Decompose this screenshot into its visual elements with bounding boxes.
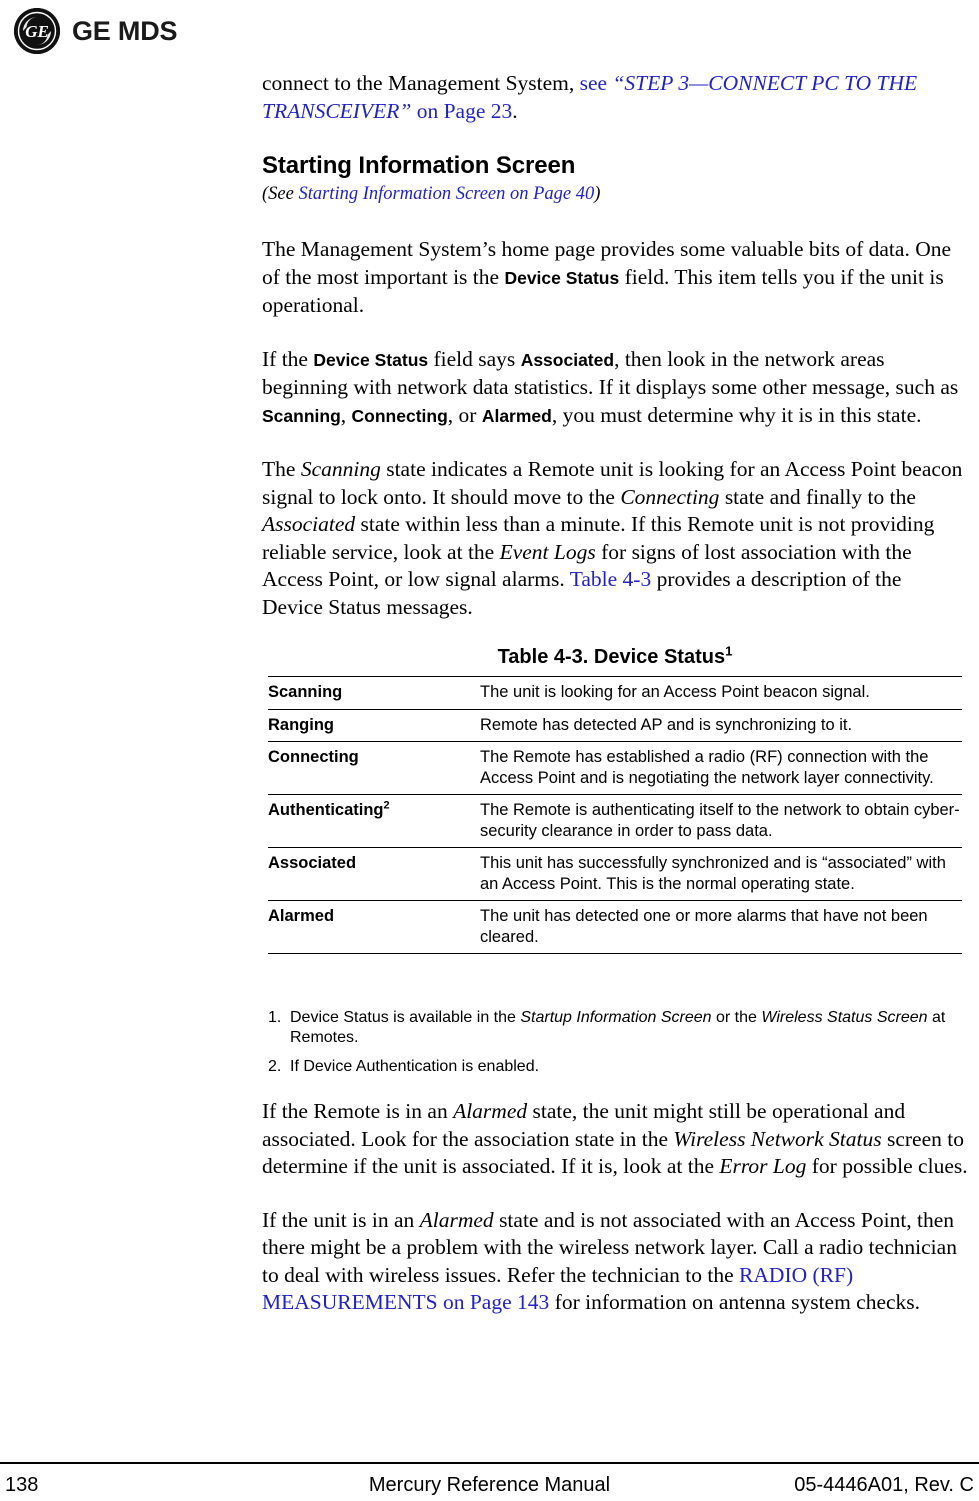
table-body: Scanning The unit is looking for an Acce…	[268, 676, 962, 954]
state-label: Alarmed	[268, 907, 335, 925]
xref-starting-info-screen[interactable]: Starting Information Screen on Page 40	[298, 184, 594, 204]
table-caption-footnote-marker: 1	[725, 643, 733, 659]
emphasis-wireless-network-status: Wireless Network Status	[673, 1126, 882, 1151]
table-cell-description: The Remote is authenticating itself to t…	[480, 794, 962, 848]
p2-text-f: , you must determine why it is in this s…	[551, 402, 922, 427]
table-cell-state: Alarmed	[268, 900, 480, 954]
table-caption-text: Table 4-3. Device Status	[497, 646, 726, 668]
emphasis-associated: Associated	[262, 512, 356, 536]
emphasis-connecting: Connecting	[620, 484, 720, 509]
footnote-emphasis-wireless-status-screen: Wireless Status Screen	[761, 1009, 928, 1026]
intro-period: .	[512, 98, 518, 123]
table-cell-state: Connecting	[268, 741, 480, 795]
ge-monogram-icon: GE	[14, 8, 60, 54]
table-caption: Table 4-3. Device Status1	[268, 643, 962, 669]
footnote-emphasis-startup-information-screen: Startup Information Screen	[520, 1009, 712, 1026]
table-row: Associated This unit has successfully sy…	[268, 847, 962, 901]
table-cell-description: The Remote has established a radio (RF) …	[480, 741, 962, 795]
section-heading: Starting Information Screen	[262, 152, 576, 179]
table-row: Scanning The unit is looking for an Acce…	[268, 676, 962, 709]
footer-divider	[0, 1462, 979, 1465]
ui-term-associated: Associated	[520, 349, 615, 370]
emphasis-event-logs: Event Logs	[499, 539, 596, 564]
table-footnotes: 1. Device Status is available in the Star…	[268, 1008, 968, 1086]
state-label: Associated	[268, 854, 357, 872]
table-cell-description: The unit has detected one or more alarms…	[480, 900, 962, 954]
p4-text-d: for possible clues.	[806, 1154, 968, 1178]
table-row: Authenticating2 The Remote is authentica…	[268, 794, 962, 848]
state-label: Authenticating	[268, 801, 384, 819]
footnote-1: 1. Device Status is available in the Star…	[268, 1008, 968, 1048]
ui-term-device-status: Device Status	[313, 349, 429, 370]
footnote-number: 1.	[268, 1009, 282, 1026]
p3-text-c: state and finally to the	[719, 484, 916, 509]
page-footer: 138 Mercury Reference Manual 05-4446A01,…	[0, 1470, 979, 1501]
subref-close-paren: )	[594, 184, 601, 204]
table-cell-description: The unit is looking for an Access Point …	[480, 676, 962, 709]
subref-open-paren: (See	[262, 184, 299, 204]
lower-text-column: If the Remote is in an Alarmed state, th…	[262, 1098, 972, 1343]
footer-document-number: 05-4446A01, Rev. C	[794, 1474, 974, 1496]
ui-term-scanning: Scanning	[262, 405, 341, 426]
ui-term-connecting: Connecting	[351, 405, 448, 426]
table-cell-state: Scanning	[268, 676, 480, 709]
table-cell-description: Remote has detected AP and is synchroniz…	[480, 708, 962, 742]
table-cell-state: Associated	[268, 847, 480, 901]
footnote-number: 2.	[268, 1058, 282, 1075]
ui-term-alarmed: Alarmed	[481, 405, 552, 426]
brand-logo: GE GE MDS	[14, 8, 178, 54]
p5-text-c: for information on antenna system checks…	[549, 1290, 921, 1314]
svg-text:GE: GE	[25, 22, 49, 41]
device-status-table-block: Table 4-3. Device Status1 Scanning The u…	[268, 643, 962, 954]
paragraph-5: If the unit is in an Alarmed state and i…	[262, 1207, 972, 1317]
table-row: Ranging Remote has detected AP and is sy…	[268, 708, 962, 742]
table-cell-state: Ranging	[268, 708, 480, 742]
footnote-text-a: If Device Authentication is enabled.	[290, 1058, 540, 1075]
emphasis-alarmed: Alarmed	[419, 1207, 494, 1232]
state-label: Ranging	[268, 715, 334, 734]
p2-text-a: If the	[262, 346, 314, 371]
paragraph-2: If the Device Status field says Associat…	[262, 346, 966, 431]
table-row: Connecting The Remote has established a …	[268, 741, 962, 795]
footnote-text-b: or the	[711, 1009, 762, 1026]
p2-text-b: field says	[428, 346, 521, 371]
xref-step3-lead[interactable]: see	[580, 71, 613, 95]
table-row: Alarmed The unit has detected one or mor…	[268, 900, 962, 954]
intro-paragraph: connect to the Management System, see “S…	[262, 70, 966, 125]
state-label: Connecting	[268, 748, 359, 766]
p2-text-e: , or	[447, 402, 482, 427]
p2-text-d: ,	[340, 402, 352, 427]
paragraph-4: If the Remote is in an Alarmed state, th…	[262, 1098, 972, 1181]
footnote-text-a: Device Status is available in the	[290, 1009, 521, 1026]
intro-text-lead: connect to the Management System,	[262, 71, 580, 95]
emphasis-alarmed: Alarmed	[453, 1099, 528, 1123]
footnote-2: 2. If Device Authentication is enabled.	[268, 1057, 968, 1077]
section-subreference: (See Starting Information Screen on Page…	[262, 183, 966, 206]
state-label: Scanning	[268, 683, 343, 701]
state-footnote-marker: 2	[383, 799, 390, 812]
emphasis-scanning: Scanning	[300, 457, 381, 481]
p4-text-a: If the Remote is in an	[262, 1099, 454, 1123]
p3-text-a: The	[262, 457, 301, 481]
table-cell-description: This unit has successfully synchronized …	[480, 847, 962, 901]
ui-term-device-status: Device Status	[504, 267, 620, 288]
paragraph-1: The Management System’s home page provid…	[262, 236, 966, 320]
upper-text-column: connect to the Management System, see “S…	[262, 70, 966, 647]
emphasis-error-log: Error Log	[719, 1154, 807, 1178]
table-cell-state: Authenticating2	[268, 794, 480, 848]
p5-text-a: If the unit is in an	[262, 1207, 420, 1232]
paragraph-3: The Scanning state indicates a Remote un…	[262, 456, 966, 621]
device-status-table: Scanning The unit is looking for an Acce…	[268, 676, 962, 954]
xref-table-4-3[interactable]: Table 4-3	[570, 567, 651, 591]
ge-mds-wordmark: GE MDS	[72, 15, 178, 46]
xref-step3-page[interactable]: on Page 23	[411, 99, 513, 123]
